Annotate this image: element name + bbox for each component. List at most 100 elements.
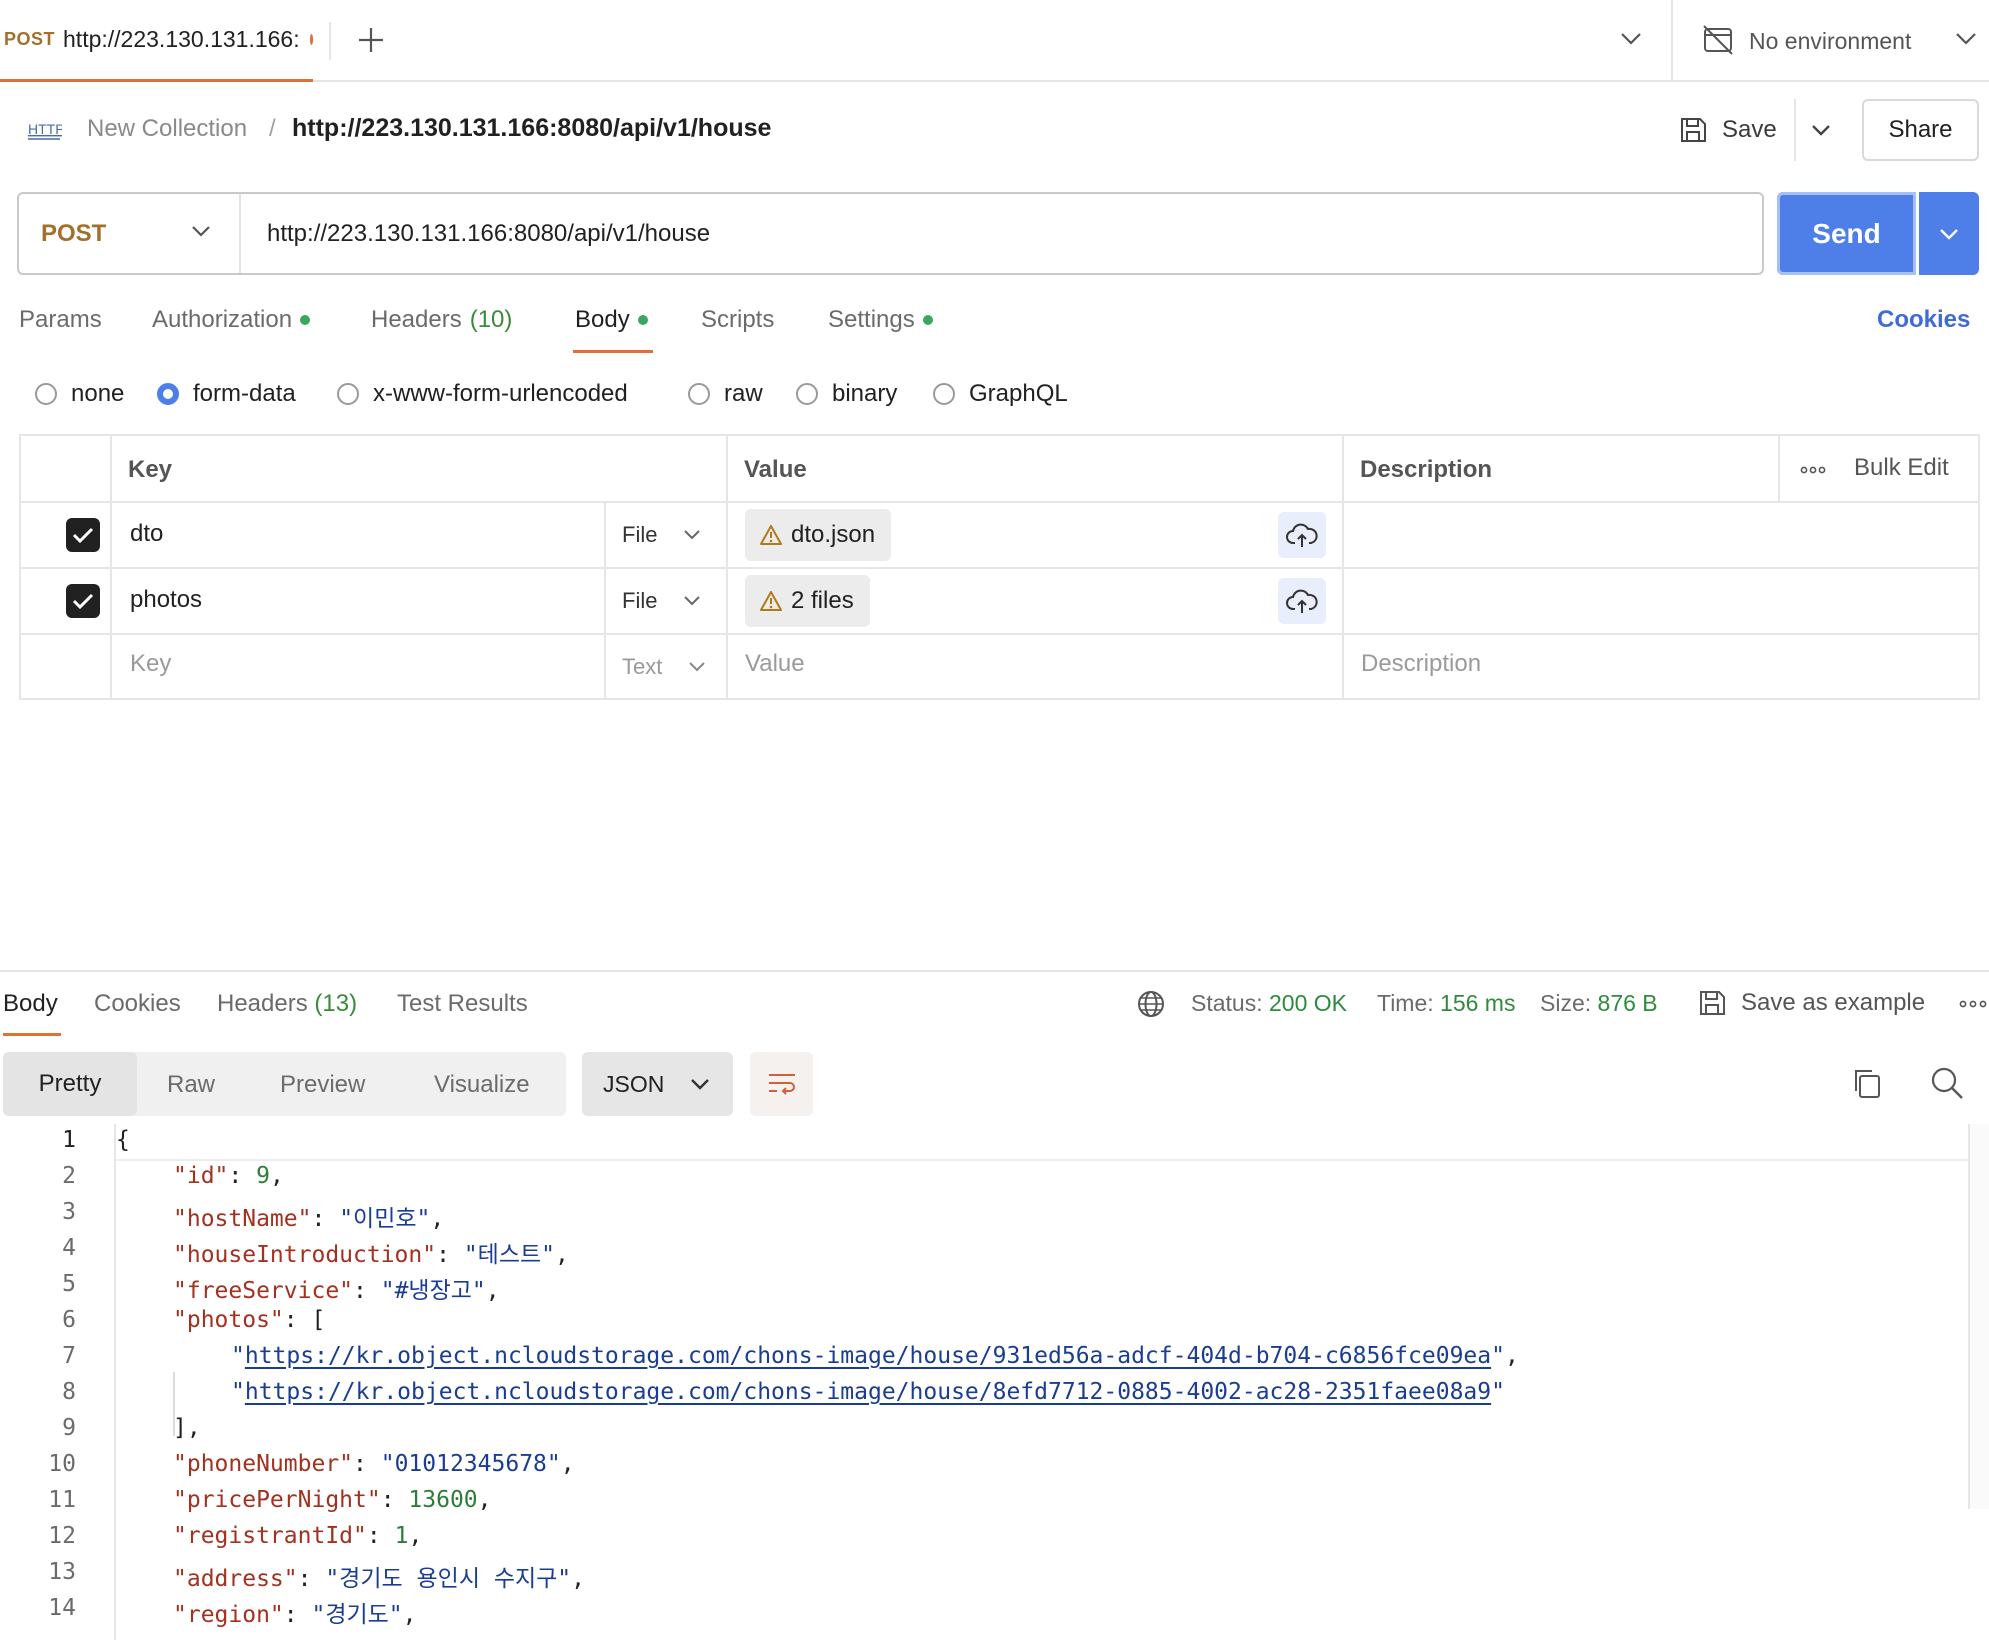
current-line-highlight — [114, 1159, 1989, 1161]
more-options-icon[interactable] — [1800, 466, 1826, 474]
new-type-label: Text — [622, 654, 663, 679]
tab-params-label: Params — [19, 306, 102, 333]
copy-icon[interactable] — [1851, 1067, 1881, 1099]
radio-binary[interactable]: binary — [796, 380, 897, 408]
response-tab-headers-label: Headers — [217, 990, 308, 1017]
photo-url-link[interactable]: https://kr.object.ncloudstorage.com/chon… — [245, 1379, 1491, 1405]
row-checkbox[interactable] — [66, 584, 100, 618]
tab-divider — [329, 22, 331, 60]
file-chip[interactable]: 2 files — [745, 575, 870, 627]
tab-body[interactable]: Body — [575, 306, 648, 334]
new-type-select[interactable]: Text — [622, 654, 706, 680]
environment-selector[interactable]: No environment — [1749, 28, 1911, 55]
response-status[interactable]: Status: 200 OK — [1191, 990, 1347, 1017]
new-description-input[interactable]: Description — [1361, 650, 1481, 678]
response-code-viewer[interactable]: 1 2 3 4 5 6 7 8 9 10 11 12 13 14 { "id":… — [0, 1124, 1989, 1640]
radio-form-data[interactable]: form-data — [157, 380, 296, 408]
view-raw[interactable]: Raw — [167, 1071, 215, 1099]
column-header-value: Value — [744, 456, 807, 483]
row-key[interactable]: photos — [130, 586, 202, 614]
save-options-chevron-icon[interactable] — [1811, 123, 1831, 137]
code-line: "https://kr.object.ncloudstorage.com/cho… — [231, 1343, 1519, 1369]
code-scrollbar[interactable] — [1968, 1124, 1989, 1509]
share-button[interactable]: Share — [1862, 99, 1979, 161]
line-number: 2 — [62, 1163, 76, 1189]
json-key: "hostName" — [173, 1206, 312, 1232]
response-more-icon[interactable] — [1959, 1000, 1987, 1008]
response-tab-headers[interactable]: Headers (13) — [217, 990, 357, 1018]
response-tab-body[interactable]: Body — [3, 990, 58, 1018]
cookies-link[interactable]: Cookies — [1877, 306, 1970, 334]
line-number: 8 — [62, 1379, 76, 1405]
response-divider[interactable] — [0, 970, 1989, 972]
json-number: 1 — [394, 1523, 409, 1549]
code-line: "phoneNumber": "01012345678", — [173, 1451, 575, 1477]
environment-chevron-icon[interactable] — [1955, 32, 1977, 46]
send-button[interactable]: Send — [1777, 192, 1916, 275]
word-wrap-button[interactable] — [750, 1052, 813, 1116]
response-tab-cookies[interactable]: Cookies — [94, 990, 181, 1018]
new-key-input[interactable]: Key — [130, 650, 171, 678]
view-visualize[interactable]: Visualize — [434, 1071, 530, 1099]
upload-button[interactable] — [1278, 512, 1326, 558]
view-pretty[interactable]: Pretty — [3, 1052, 137, 1116]
file-chip[interactable]: dto.json — [745, 509, 892, 561]
response-size[interactable]: Size: 876 B — [1540, 990, 1658, 1017]
tab-authorization[interactable]: Authorization — [152, 306, 311, 334]
new-value-input[interactable]: Value — [745, 650, 805, 678]
form-data-table: Key Value Description Bulk Edit dto File… — [19, 434, 1980, 700]
save-as-example-button[interactable]: Save as example — [1697, 988, 1925, 1018]
save-as-example-label: Save as example — [1741, 989, 1926, 1016]
radio-none[interactable]: none — [35, 380, 124, 408]
body-status-dot — [637, 315, 648, 325]
send-options-button[interactable] — [1919, 192, 1979, 275]
radio-x-www-form-urlencoded[interactable]: x-www-form-urlencoded — [337, 380, 628, 408]
tab-scripts[interactable]: Scripts — [701, 306, 774, 334]
photo-url-link[interactable]: https://kr.object.ncloudstorage.com/chon… — [245, 1343, 1491, 1369]
line-number: 4 — [62, 1235, 76, 1261]
code-line: "houseIntroduction": "테스트", — [173, 1242, 569, 1268]
tab-settings[interactable]: Settings — [828, 306, 933, 334]
settings-status-dot — [922, 315, 933, 325]
url-bar: POST http://223.130.131.166:8080/api/v1/… — [17, 192, 1764, 275]
bulk-edit-button[interactable]: Bulk Edit — [1854, 454, 1949, 482]
save-divider — [1794, 99, 1796, 161]
row-checkbox[interactable] — [66, 518, 100, 552]
globe-icon[interactable] — [1136, 989, 1166, 1019]
status-label: Status: — [1191, 990, 1263, 1016]
method-label: POST — [41, 219, 107, 247]
line-number: 1 — [62, 1127, 76, 1153]
request-tab[interactable]: POST http://223.130.131.166: — [0, 0, 313, 82]
radio-raw[interactable]: raw — [688, 380, 763, 408]
new-tab-plus-icon[interactable] — [357, 26, 385, 54]
url-input[interactable]: http://223.130.131.166:8080/api/v1/house — [267, 194, 710, 273]
save-button[interactable]: Save — [1678, 107, 1777, 153]
breadcrumb-collection[interactable]: New Collection — [87, 115, 247, 143]
format-select[interactable]: JSON — [582, 1052, 733, 1116]
send-chevron-icon — [1939, 227, 1959, 241]
tab-headers[interactable]: Headers (10) — [371, 306, 512, 334]
json-key: "houseIntroduction" — [173, 1242, 437, 1268]
response-time[interactable]: Time: 156 ms — [1377, 990, 1515, 1017]
code-line: "registrantId": 1, — [173, 1523, 423, 1549]
row-type-select[interactable]: File — [622, 588, 701, 614]
breadcrumb: HTTP New Collection / http://223.130.131… — [0, 95, 1989, 165]
tabs-dropdown-chevron-icon[interactable] — [1620, 32, 1642, 46]
method-select[interactable]: POST — [19, 194, 241, 273]
response-tab-test-results[interactable]: Test Results — [397, 990, 528, 1018]
row-key[interactable]: dto — [130, 520, 163, 548]
save-icon — [1700, 991, 1725, 1015]
request-name[interactable]: http://223.130.131.166:8080/api/v1/house — [292, 114, 771, 143]
radio-graphql[interactable]: GraphQL — [933, 380, 1068, 408]
line-number: 11 — [48, 1487, 76, 1513]
view-preview[interactable]: Preview — [280, 1071, 365, 1099]
top-tab-bar: POST http://223.130.131.166: No environm… — [0, 0, 1989, 82]
radio-form-data-label: form-data — [193, 380, 296, 407]
row-type-select[interactable]: File — [622, 522, 701, 548]
row-divider — [21, 567, 1978, 569]
line-number: 9 — [62, 1415, 76, 1441]
upload-button[interactable] — [1278, 578, 1326, 624]
chevron-down-icon — [684, 530, 701, 540]
search-icon[interactable] — [1930, 1066, 1964, 1100]
tab-params[interactable]: Params — [19, 306, 102, 334]
